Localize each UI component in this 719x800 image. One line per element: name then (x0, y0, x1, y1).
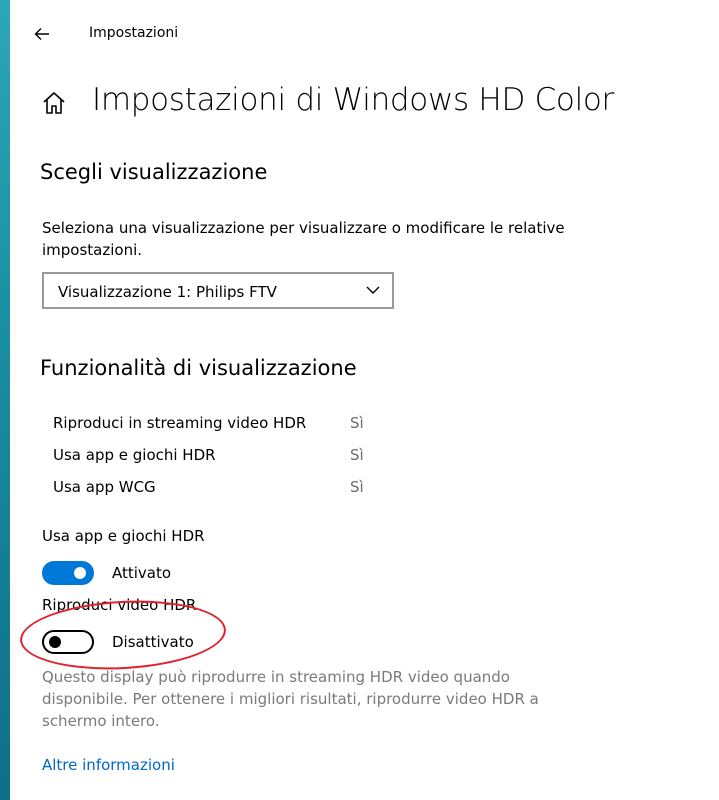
hdr-games-label: Usa app e giochi HDR (42, 527, 205, 545)
title-bar: Impostazioni (10, 0, 719, 68)
chevron-down-icon (366, 286, 380, 294)
display-select[interactable]: Visualizzazione 1: Philips FTV (42, 272, 394, 309)
choose-display-description: Seleziona una visualizzazione per visual… (42, 219, 565, 259)
hdr-games-state: Attivato (112, 564, 172, 582)
capability-value: Sì (350, 446, 364, 464)
capability-label: Usa app e giochi HDR (53, 446, 216, 464)
capabilities-heading: Funzionalità di visualizzazione (40, 356, 357, 380)
more-info-link[interactable]: Altre informazioni (42, 756, 175, 774)
home-icon[interactable] (41, 90, 67, 116)
hdr-video-info: Questo display può riprodurre in streami… (42, 668, 539, 730)
display-select-value: Visualizzazione 1: Philips FTV (58, 283, 277, 301)
choose-display-heading: Scegli visualizzazione (40, 160, 268, 184)
hdr-games-toggle[interactable] (42, 561, 94, 585)
capability-label: Usa app WCG (53, 478, 156, 496)
settings-window: Impostazioni Impostazioni di Windows HD … (10, 0, 719, 800)
capability-value: Sì (350, 478, 364, 496)
capability-value: Sì (350, 414, 364, 432)
arrow-left-icon[interactable] (32, 24, 52, 44)
app-title: Impostazioni (89, 25, 179, 41)
capability-label: Riproduci in streaming video HDR (53, 414, 307, 432)
toggle-knob (74, 567, 86, 579)
page-title: Impostazioni di Windows HD Color (92, 82, 615, 118)
